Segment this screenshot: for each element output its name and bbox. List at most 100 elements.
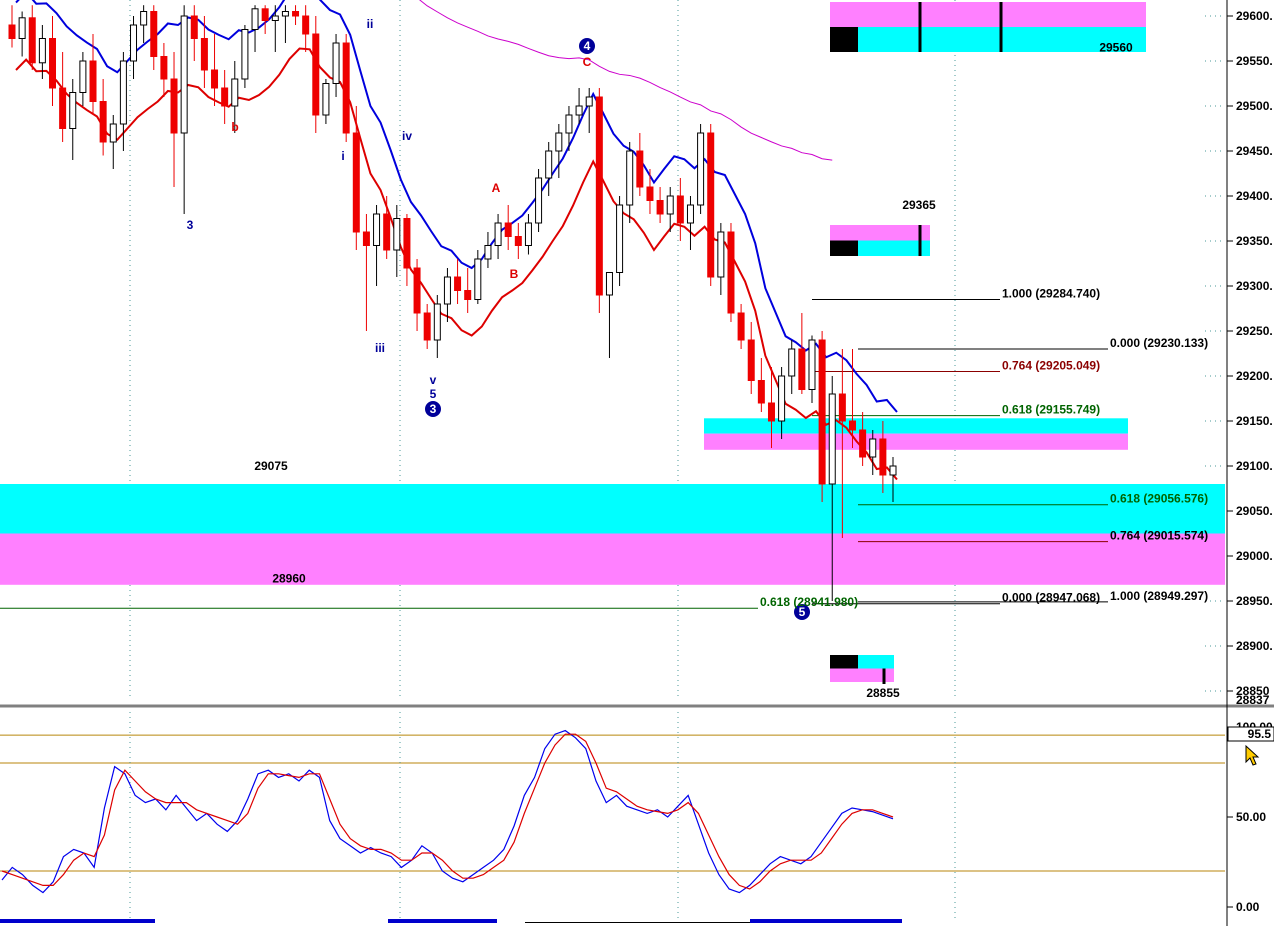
- axis-tick-label: 50.00: [1236, 810, 1266, 824]
- candle-body: [160, 56, 168, 80]
- candle-body: [28, 17, 36, 64]
- signal-bar: [0, 919, 155, 923]
- candle-body: [69, 92, 77, 129]
- wave-label: B: [510, 267, 519, 281]
- fib-label: 0.000 (28947.068): [1002, 591, 1100, 605]
- candle-body: [423, 312, 431, 341]
- candle-body: [271, 15, 279, 21]
- candle-body: [362, 231, 370, 246]
- candle-body: [707, 132, 715, 278]
- candle-body: [140, 11, 148, 26]
- price-note: 29560: [1099, 41, 1133, 55]
- candle-body: [757, 380, 765, 404]
- axis-tick-label: 29000.: [1236, 549, 1273, 563]
- candle-body: [747, 339, 755, 381]
- candle-body: [180, 15, 188, 134]
- axis-tick-label: 29050.: [1236, 504, 1273, 518]
- fib-label: 0.764 (29205.049): [1002, 359, 1100, 373]
- candle-body: [869, 438, 877, 458]
- candle: [707, 124, 715, 286]
- axis-tick-label: 29400.: [1236, 189, 1273, 203]
- candle-body: [393, 218, 401, 251]
- signal-bar: [750, 919, 902, 923]
- candle-body: [312, 33, 320, 116]
- fib-label: 0.618 (29155.749): [1002, 403, 1100, 417]
- candle-body: [433, 303, 441, 341]
- candle-body: [778, 375, 786, 422]
- price-note: 28960: [272, 572, 306, 586]
- candle: [616, 196, 624, 286]
- candle-body: [676, 195, 684, 224]
- candle-body: [99, 101, 107, 143]
- candle-body: [848, 420, 856, 431]
- wave-circle-label: 4: [584, 39, 591, 53]
- wave-label: 3: [187, 218, 194, 232]
- candle-body: [170, 78, 178, 134]
- gann-box-bottom: [830, 655, 894, 684]
- box-magenta: [830, 655, 858, 669]
- axis-tick-label: 28900.: [1236, 639, 1273, 653]
- candle-body: [38, 38, 46, 64]
- candle-body: [514, 236, 522, 246]
- candle-body: [383, 213, 391, 251]
- candle-body: [221, 87, 229, 107]
- axis-tick-label: 28837: [1236, 693, 1270, 707]
- signal-bar: [388, 919, 497, 923]
- candle-body: [119, 60, 127, 125]
- candle-body: [484, 245, 492, 260]
- fib-label: 0.618 (28941.980): [760, 595, 858, 609]
- candle-body: [798, 348, 806, 390]
- axis-tick-label: 29200.: [1236, 369, 1273, 383]
- cyan-zone: [704, 418, 1128, 434]
- wave-circle: 3: [425, 401, 441, 417]
- oscillator-panel-background: [0, 709, 1274, 926]
- fib-label: 1.000 (29284.740): [1002, 287, 1100, 301]
- candle-body: [251, 8, 259, 31]
- candle-body: [838, 393, 846, 422]
- wave-label: ii: [367, 17, 374, 31]
- candle-body: [413, 267, 421, 314]
- candle-body: [403, 218, 411, 269]
- candle: [818, 331, 826, 502]
- candle-body: [150, 11, 158, 57]
- wave-label: i: [341, 149, 344, 163]
- axis-tick-label: 0.00: [1236, 900, 1260, 914]
- candle-body: [8, 24, 16, 39]
- axis-tick-label: 29100.: [1236, 459, 1273, 473]
- candle: [241, 25, 249, 88]
- candle-body: [666, 195, 674, 215]
- candle-body: [686, 204, 694, 224]
- wave-label: A: [492, 181, 501, 195]
- fib-label: 1.000 (28949.297): [1110, 589, 1208, 603]
- candle-body: [464, 290, 472, 300]
- fib-label: 0.764 (29015.574): [1110, 529, 1208, 543]
- candle-body: [828, 393, 836, 485]
- fib-label: 0.000 (29230.133): [1110, 336, 1208, 350]
- candle-body: [879, 438, 887, 476]
- wave-label: iii: [375, 341, 385, 355]
- candle-body: [646, 186, 654, 201]
- candle-body: [788, 348, 796, 377]
- axis-tick-label: 28950.: [1236, 594, 1273, 608]
- price-note: 29075: [254, 459, 288, 473]
- wave-circle: 4: [579, 38, 595, 54]
- axis-tick-label: 29600.: [1236, 9, 1273, 23]
- axis-tick-label: 29500.: [1236, 99, 1273, 113]
- wave-label: iv: [402, 129, 412, 143]
- candle-body: [565, 114, 573, 134]
- candle-body: [443, 276, 451, 305]
- fib-label: 0.618 (29056.576): [1110, 492, 1208, 506]
- wave-circle-label: 3: [430, 402, 437, 416]
- wave-label: b: [231, 120, 238, 134]
- axis-tick-label: 29450.: [1236, 144, 1273, 158]
- candle-body: [130, 24, 138, 62]
- axis-tick-label: 29250.: [1236, 324, 1273, 338]
- last-value-label: 95.5: [1248, 727, 1272, 741]
- candle-body: [555, 132, 563, 152]
- candle-body: [889, 465, 897, 476]
- candle-body: [342, 42, 350, 134]
- candle-body: [737, 312, 745, 341]
- candle-body: [109, 123, 117, 143]
- candle: [595, 88, 603, 313]
- candle-body: [575, 105, 583, 116]
